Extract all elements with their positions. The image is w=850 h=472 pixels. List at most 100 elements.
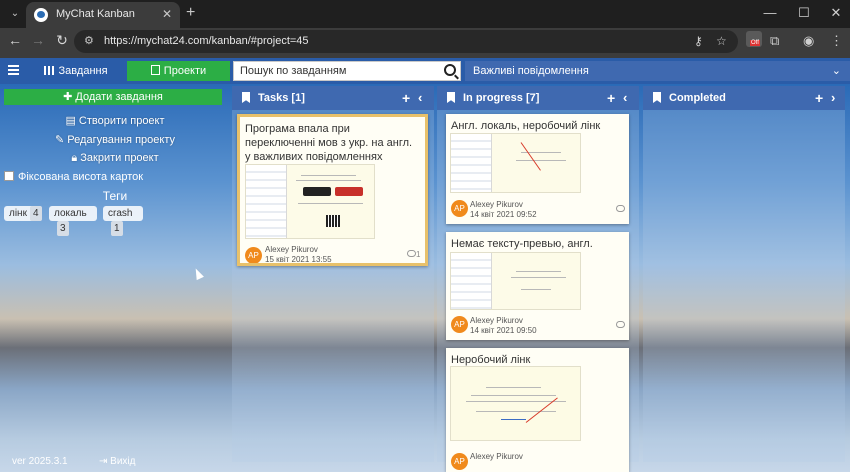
extensions-puzzle-icon[interactable]: ⧉ bbox=[770, 33, 779, 49]
tab-title: MyChat Kanban bbox=[56, 8, 135, 20]
tag-chip[interactable]: лінк 4 bbox=[4, 206, 42, 221]
url-text[interactable]: https://mychat24.com/kanban/#project=45 bbox=[104, 35, 309, 47]
tag-name: crash bbox=[108, 208, 133, 219]
add-task-label: Додати завдання bbox=[75, 91, 163, 103]
task-card[interactable]: Англ. локаль, неробочий лінк AP Alexey P… bbox=[446, 114, 629, 224]
minimize-icon[interactable]: — bbox=[760, 5, 780, 20]
tag-count: 1 bbox=[111, 221, 123, 236]
card-screenshot-thumbnail[interactable] bbox=[450, 366, 581, 441]
card-title: Англ. локаль, неробочий лінк bbox=[451, 120, 601, 132]
important-messages-dropdown[interactable]: Важливі повідомлення ⌄ bbox=[465, 61, 850, 81]
omnibox[interactable]: ⚙ https://mychat24.com/kanban/#project=4… bbox=[74, 30, 738, 53]
reload-icon[interactable]: ↻ bbox=[53, 32, 71, 49]
task-card[interactable]: Немає тексту-превью, англ. локаль AP Ale… bbox=[446, 232, 629, 340]
card-author: Alexey Pikurov bbox=[470, 452, 523, 461]
browser-tab[interactable]: MyChat Kanban ✕ bbox=[26, 2, 180, 28]
close-window-icon[interactable]: ✕ bbox=[826, 5, 846, 21]
close-project-link[interactable]: 🔒︎ Закрити проект bbox=[0, 152, 230, 165]
chevron-left-icon[interactable]: ‹ bbox=[623, 86, 627, 110]
comment-icon bbox=[616, 321, 625, 328]
chevron-right-icon[interactable]: › bbox=[831, 86, 835, 110]
grid-icon bbox=[44, 66, 55, 75]
comments-number: 1 bbox=[416, 250, 421, 259]
comments-count[interactable] bbox=[616, 321, 625, 330]
avatar: AP bbox=[451, 316, 468, 333]
column-tasks: Tasks [1] + ‹ Програма впала при переклю… bbox=[232, 86, 434, 462]
tag-count: 4 bbox=[29, 206, 42, 221]
column-completed: Completed + › bbox=[643, 86, 845, 462]
site-info-icon[interactable]: ⚙ bbox=[84, 34, 94, 47]
card-author: Alexey Pikurov bbox=[470, 200, 523, 209]
edit-project-link[interactable]: ✎ Редагування проекту bbox=[0, 133, 230, 146]
tag-chip[interactable]: crash 1 bbox=[103, 206, 143, 236]
tag-name: локаль bbox=[54, 208, 87, 219]
new-tab-icon[interactable]: + bbox=[186, 4, 195, 22]
qr-code bbox=[326, 215, 340, 227]
card-screenshot-thumbnail[interactable] bbox=[450, 133, 581, 193]
maximize-icon[interactable]: ☐ bbox=[794, 5, 814, 21]
address-bar: ← → ↻ ⚙ https://mychat24.com/kanban/#pro… bbox=[0, 28, 850, 55]
fixed-height-toggle[interactable]: Фіксована висота карток bbox=[4, 171, 143, 183]
tag-chip[interactable]: локаль 3 bbox=[49, 206, 97, 236]
pencil-icon: ✎ bbox=[55, 134, 68, 146]
tag-count: 3 bbox=[57, 221, 69, 236]
tasks-button[interactable]: Завдання bbox=[28, 61, 124, 81]
bookmark-icon bbox=[447, 92, 455, 103]
forward-icon[interactable]: → bbox=[29, 32, 47, 48]
bookmark-icon bbox=[653, 92, 661, 103]
tab-search-chevron-icon[interactable]: ⌄ bbox=[7, 6, 23, 22]
plus-icon: ✚ bbox=[63, 91, 76, 103]
search-input[interactable] bbox=[234, 62, 434, 80]
extension-off-icon[interactable]: Off bbox=[746, 31, 762, 47]
hamburger-menu-icon[interactable] bbox=[8, 65, 19, 76]
kanban-topbar: Завдання Проекти Важливі повідомлення ⌄ bbox=[0, 58, 850, 84]
bookmark-star-icon[interactable]: ☆ bbox=[716, 34, 727, 48]
password-key-icon[interactable]: ⚷ bbox=[694, 34, 703, 48]
menu-dots-icon[interactable]: ⋮ bbox=[830, 33, 843, 49]
bookmark-icon bbox=[242, 92, 250, 103]
chevron-down-icon: ⌄ bbox=[831, 65, 841, 77]
add-card-icon[interactable]: + bbox=[402, 86, 410, 110]
add-card-icon[interactable]: + bbox=[815, 86, 823, 110]
comments-count[interactable]: 1 bbox=[407, 250, 420, 259]
back-icon[interactable]: ← bbox=[6, 32, 24, 48]
close-project-label: Закрити проект bbox=[80, 152, 159, 164]
fixed-height-checkbox[interactable] bbox=[4, 171, 14, 181]
comment-icon bbox=[407, 250, 416, 257]
exit-link[interactable]: ⇥ Вихід bbox=[99, 456, 135, 467]
comment-icon bbox=[616, 205, 625, 212]
projects-button[interactable]: Проекти bbox=[127, 61, 230, 81]
tag-name: лінк bbox=[9, 208, 27, 219]
card-date: 14 квіт 2021 09:52 bbox=[470, 210, 537, 219]
search-icon[interactable] bbox=[444, 64, 456, 76]
app-gallery-badge bbox=[335, 187, 363, 196]
close-tab-icon[interactable]: ✕ bbox=[162, 7, 172, 21]
chevron-left-icon[interactable]: ‹ bbox=[418, 86, 422, 110]
tags-title: Теги bbox=[102, 189, 128, 203]
task-card[interactable]: Неробочий лінк AP Alexey Pikurov bbox=[446, 348, 629, 472]
column-title: Tasks [1] bbox=[258, 92, 305, 104]
exit-icon: ⇥ bbox=[99, 456, 111, 467]
search-box bbox=[233, 61, 461, 81]
avatar: AP bbox=[245, 247, 262, 263]
create-project-label: Створити проект bbox=[78, 115, 165, 127]
tasks-button-label: Завдання bbox=[58, 65, 108, 77]
favicon-icon bbox=[34, 8, 48, 22]
card-screenshot-thumbnail[interactable] bbox=[450, 252, 581, 310]
fixed-height-label: Фіксована висота карток bbox=[18, 171, 144, 183]
edit-project-label: Редагування проекту bbox=[67, 134, 175, 146]
add-task-button[interactable]: ✚ Додати завдання bbox=[4, 89, 222, 105]
project-icon bbox=[150, 65, 160, 75]
card-title: Неробочий лінк bbox=[451, 354, 531, 366]
card-date: 15 квіт 2021 13:55 bbox=[265, 255, 332, 264]
browser-tabstrip: ⌄ MyChat Kanban ✕ + — ☐ ✕ bbox=[0, 0, 850, 28]
profile-icon[interactable]: ◉ bbox=[803, 33, 814, 49]
important-messages-label: Важливі повідомлення bbox=[473, 65, 589, 77]
comments-count[interactable] bbox=[616, 205, 625, 214]
column-in-progress: In progress [7] + ‹ Англ. локаль, неробо… bbox=[437, 86, 639, 472]
add-card-icon[interactable]: + bbox=[607, 86, 615, 110]
create-project-link[interactable]: ▤ Створити проект bbox=[0, 114, 230, 127]
task-card[interactable]: Програма впала при переключенні мов з ук… bbox=[237, 114, 428, 266]
card-screenshot-thumbnail[interactable] bbox=[245, 164, 375, 239]
card-date: 14 квіт 2021 09:50 bbox=[470, 326, 537, 335]
